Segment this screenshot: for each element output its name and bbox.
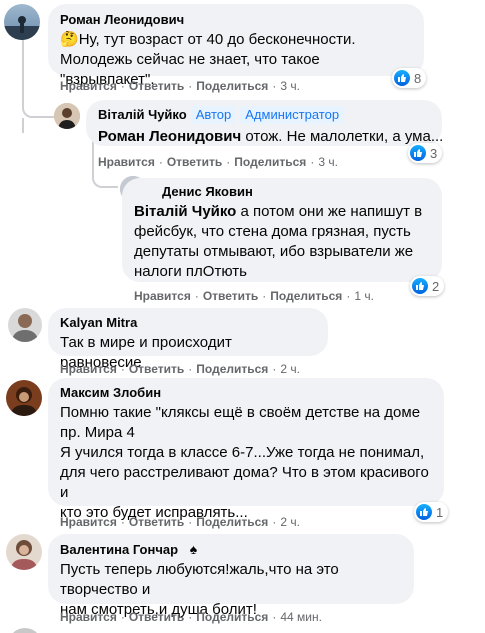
reply-button[interactable]: Ответить bbox=[129, 79, 184, 93]
share-button[interactable]: Поделиться bbox=[196, 610, 268, 624]
comment-actions: Нравится · Ответить · Поделиться · 3 ч. bbox=[98, 155, 338, 169]
avatar[interactable] bbox=[54, 103, 80, 129]
person-photo-icon bbox=[54, 103, 80, 129]
like-icon bbox=[412, 278, 428, 294]
comment-text: Пусть теперь любуются!жаль,что на это тв… bbox=[60, 561, 339, 598]
comment-text: Помню такие "кляксы ещё в своём детстве … bbox=[60, 404, 421, 421]
share-button[interactable]: Поделиться bbox=[196, 79, 268, 93]
person-photo-icon bbox=[8, 308, 42, 342]
comment-text: депутаты отмывают, ибо взрыватели же bbox=[134, 243, 414, 260]
comment-author[interactable]: Максим Злобин bbox=[60, 385, 432, 401]
admin-badge: Администратор bbox=[240, 106, 345, 124]
share-button[interactable]: Поделиться bbox=[270, 289, 342, 303]
comment-actions: Нравится · Ответить · Поделиться · 44 мин. bbox=[60, 610, 322, 624]
comment-actions: Нравится · Ответить · Поделиться · 1 ч. bbox=[134, 289, 374, 303]
person-photo-icon bbox=[6, 380, 42, 416]
comment-bubble: Віталій Чуйко Автор Администратор Роман Ле… bbox=[86, 100, 444, 146]
avatar[interactable] bbox=[6, 380, 42, 416]
comment-bubble: Валентина Гончар ♠ Пусть теперь любуются… bbox=[48, 534, 414, 618]
like-button[interactable]: Нравится bbox=[60, 362, 117, 376]
reaction-count[interactable]: 8 bbox=[392, 68, 427, 88]
comment-author[interactable]: Денис Яковин bbox=[162, 184, 430, 200]
avatar[interactable] bbox=[8, 628, 42, 633]
comment-text: отож. Не малолетки, а ума... bbox=[241, 128, 444, 145]
comment-actions: Нравится · Ответить · Поделиться · 2 ч. bbox=[60, 362, 300, 376]
reaction-count[interactable]: 2 bbox=[410, 276, 445, 296]
author-badge: Автор bbox=[190, 106, 237, 124]
timestamp[interactable]: 44 мин. bbox=[280, 610, 322, 624]
comment-actions: Нравится · Ответить · Поделиться · 3 ч. bbox=[60, 79, 300, 93]
spade-badge-icon: ♠ bbox=[189, 541, 198, 557]
timestamp[interactable]: 1 ч. bbox=[354, 289, 374, 303]
timestamp[interactable]: 3 ч. bbox=[280, 79, 300, 93]
like-button[interactable]: Нравится bbox=[60, 79, 117, 93]
share-button[interactable]: Поделиться bbox=[196, 362, 268, 376]
avatar[interactable] bbox=[8, 308, 42, 342]
thread-line bbox=[22, 118, 24, 133]
reply-button[interactable]: Ответить bbox=[203, 289, 258, 303]
comment-bubble: Роман Леонидович 🤔Ну, тут возраст от 40 … bbox=[48, 4, 424, 88]
like-button[interactable]: Нравится bbox=[134, 289, 191, 303]
comment-text: а потом они же напишут в bbox=[236, 203, 423, 220]
comment-bubble: Kalyan Mitra Так в мире и происходит рав… bbox=[48, 308, 328, 371]
comment-text: пр. Мира 4 bbox=[60, 424, 135, 441]
comment-text: Я учился тогда в классе 6-7...Уже тогда … bbox=[60, 444, 425, 461]
mention-link[interactable]: Віталій Чуйко bbox=[134, 203, 236, 220]
reply-button[interactable]: Ответить bbox=[129, 610, 184, 624]
comment-author[interactable]: Роман Леонидович bbox=[60, 12, 412, 28]
mention-link[interactable]: Роман Леонидович bbox=[98, 128, 241, 145]
avatar[interactable] bbox=[4, 4, 40, 40]
like-button[interactable]: Нравится bbox=[60, 515, 117, 529]
comment-author[interactable]: Kalyan Mitra bbox=[60, 315, 316, 331]
share-button[interactable]: Поделиться bbox=[234, 155, 306, 169]
like-button[interactable]: Нравится bbox=[98, 155, 155, 169]
comment-author[interactable]: Віталій Чуйко bbox=[98, 107, 187, 122]
reply-button[interactable]: Ответить bbox=[167, 155, 222, 169]
reply-button[interactable]: Ответить bbox=[129, 515, 184, 529]
timestamp[interactable]: 3 ч. bbox=[318, 155, 338, 169]
thinking-emoji-icon: 🤔 bbox=[60, 31, 79, 48]
comment-text: фейсбук, что стена дома грязная, пусть bbox=[134, 223, 411, 240]
comment-text: для чего расстреливают дома? Что в этом … bbox=[60, 464, 429, 501]
like-icon bbox=[416, 504, 432, 520]
timestamp[interactable]: 2 ч. bbox=[280, 515, 300, 529]
comment-text: налоги плОтють bbox=[134, 263, 247, 280]
timestamp[interactable]: 2 ч. bbox=[280, 362, 300, 376]
avatar[interactable] bbox=[6, 534, 42, 570]
like-icon bbox=[394, 70, 410, 86]
like-icon bbox=[410, 145, 426, 161]
comment-author[interactable]: Валентина Гончар bbox=[60, 542, 178, 557]
comment-text: Ну, тут возраст от 40 до бесконечности. bbox=[78, 31, 356, 48]
comment-bubble: Максим Злобин Помню такие "кляксы ещё в … bbox=[48, 378, 444, 521]
reaction-count[interactable]: 3 bbox=[408, 143, 443, 163]
comment-actions: Нравится · Ответить · Поделиться · 2 ч. bbox=[60, 515, 300, 529]
person-silhouette-icon bbox=[4, 16, 40, 40]
reply-button[interactable]: Ответить bbox=[129, 362, 184, 376]
share-button[interactable]: Поделиться bbox=[196, 515, 268, 529]
person-photo-icon bbox=[6, 534, 42, 570]
like-button[interactable]: Нравится bbox=[60, 610, 117, 624]
comment-bubble: Денис Яковин Віталій Чуйко а потом они ж… bbox=[122, 178, 442, 282]
reaction-count[interactable]: 1 bbox=[414, 502, 449, 522]
